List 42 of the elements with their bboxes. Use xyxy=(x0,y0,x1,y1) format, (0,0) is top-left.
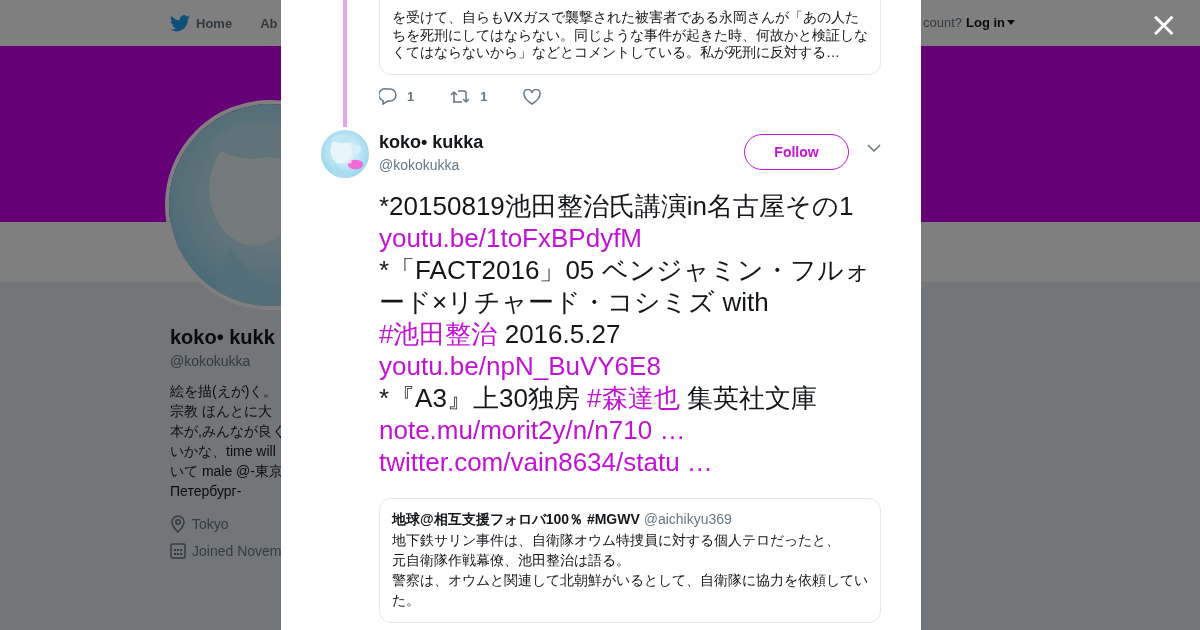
link[interactable]: youtu.be/1toFxBPdyfM xyxy=(379,222,643,253)
chevron-down-icon[interactable] xyxy=(867,143,881,152)
quoted-tweet-line: 元自衛隊作戦幕僚、池田整治は語る。 xyxy=(392,551,631,570)
quoted-tweet-line: 地下鉄サリン事件は、自衛隊オウム特捜員に対する個人テロだったと、 xyxy=(392,531,841,550)
joined-date: Joined Novem xyxy=(192,543,282,559)
bio-line: いて male @-東京 xyxy=(170,462,283,481)
quoted-tweet-line: 警察は、オウムと関連して北朝鮮がいるとして、自衛隊に協力を依頼していた。 xyxy=(392,571,868,610)
account-prompt: count? xyxy=(922,15,962,30)
caret-icon xyxy=(1007,20,1015,25)
author-name[interactable]: koko• kukka xyxy=(379,131,744,153)
location-text: Tokyo xyxy=(192,516,229,532)
bird-icon xyxy=(170,14,190,32)
profile-handle: @kokokukka xyxy=(170,353,251,369)
bio-line: Петербург- xyxy=(170,482,242,501)
author-handle[interactable]: @kokokukka xyxy=(379,156,744,173)
quoted-tweet-card[interactable]: 地球@相互支援フォロバ100％ #MGWV @aichikyu369 地下鉄サリン事件は、自衛隊オウム特捜員に対する個人テロだったと、 元自衛隊作戦幕僚、池田整治は語る。 警察は、オウムと関連して北朝鮮がいるとして、自衛隊に協力を依頼していた。 xyxy=(379,497,881,623)
quoted-tweet-line: ちを死刑にしてはならない。同じような事件が起きた時、何故かと検証しな xyxy=(392,26,868,44)
bio-line: 本が,みんなが良く xyxy=(170,422,286,441)
follow-button[interactable]: Follow xyxy=(744,133,849,170)
hashtag-link[interactable]: #森達也 xyxy=(587,382,680,413)
like-button[interactable] xyxy=(523,88,542,105)
quoted-author-name: 地球@相互支援フォロバ100％ #MGWV xyxy=(392,510,640,527)
quoted-tweet-card[interactable]: を受けて、自らもVXガスで襲撃された被害者である永岡さんが「あの人た ちを死刑にしてはならない。同じような事件が起きた時、何故かと検証しな くてはならないから」などとコメントしている。私が死刑に反対する… xyxy=(379,0,881,75)
quoted-tweet-line: を受けて、自らもVXガスで襲撃された被害者である永岡さんが「あの人た xyxy=(392,9,860,27)
tweet-text: *20150819池田整治氏講演in名古屋その1 youtu.be/1toFxBPdyfM *「FACT2016」05 ベンジャミン・フルォード×リチャード・コシミズ with #池田整治 2016.5.27 youtu.be/npN_BuVY6E8 *『A3』上30独房 #森達也 集英社文庫 note.mu/morit2y/n/n710 … twitter.com/vain8634/statu … xyxy=(379,189,872,478)
retweet-button[interactable]: 1 xyxy=(450,89,488,104)
location-pin-icon xyxy=(170,515,186,533)
link[interactable]: youtu.be/npN_BuVY6E8 xyxy=(379,350,661,381)
quoted-author-handle: @aichikyu369 xyxy=(643,510,732,527)
calendar-icon xyxy=(170,543,186,559)
bio-line: 宗教 ほんとに大 xyxy=(170,402,272,421)
hashtag-link[interactable]: #池田整治 xyxy=(379,318,498,349)
nav-link[interactable]: Ab xyxy=(260,15,278,31)
nav-link[interactable]: Home xyxy=(170,14,233,32)
close-button[interactable]: × xyxy=(1149,10,1178,38)
quoted-tweet-line: くてはならないから」などとコメントしている。私が死刑に反対する… xyxy=(392,44,841,62)
profile-name: koko• kukk xyxy=(170,326,275,349)
link[interactable]: note.mu/morit2y/n/n710 … xyxy=(379,414,686,445)
bio-line: いかな、time will xyxy=(170,442,276,461)
link[interactable]: twitter.com/vain8634/statu … xyxy=(379,446,713,477)
login-link[interactable]: Log in xyxy=(966,15,1015,30)
bio-line: 絵を描(えが)く。 xyxy=(170,382,278,401)
